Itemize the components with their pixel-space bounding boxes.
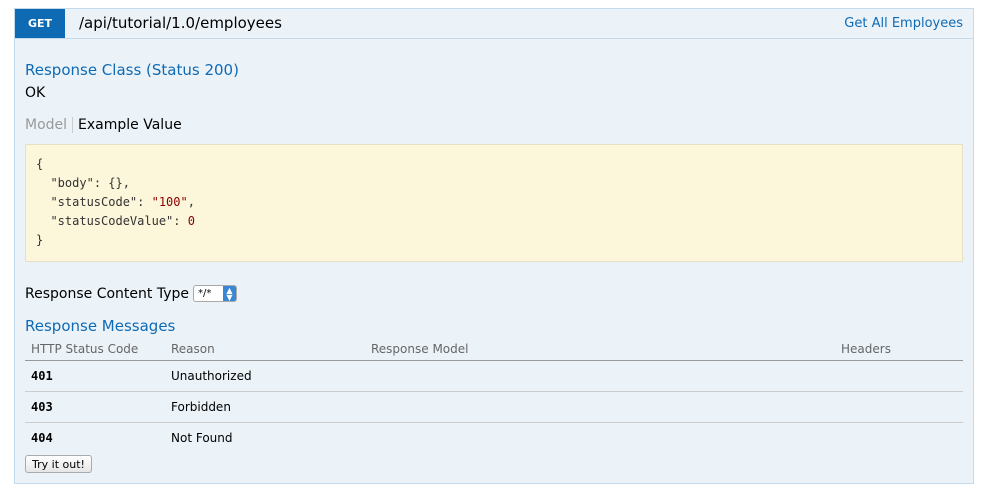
- reason-cell: Forbidden: [165, 391, 365, 423]
- json-open-brace: {: [36, 157, 44, 171]
- signature-tabs: Model Example Value: [25, 117, 182, 133]
- headers-cell: [835, 360, 963, 392]
- status-code-cell: 401: [25, 360, 165, 392]
- try-it-out-button[interactable]: Try it out!: [25, 455, 92, 473]
- status-code-cell: 404: [31, 431, 53, 446]
- column-header: Response Model: [365, 342, 835, 361]
- json-key: "body": [50, 176, 94, 190]
- response-model-cell: [365, 360, 835, 392]
- json-value: 0: [187, 214, 195, 228]
- response-model-cell: [365, 423, 835, 454]
- json-key: "statusCodeValue": [50, 214, 174, 228]
- reason-cell: Unauthorized: [165, 360, 365, 392]
- response-messages-table: HTTP Status Code Reason Response Model H…: [25, 342, 963, 454]
- table-row: 403 Forbidden: [25, 391, 963, 423]
- headers-cell: [835, 423, 963, 454]
- json-value: {}: [108, 176, 123, 190]
- tab-model[interactable]: Model: [25, 117, 74, 133]
- table-row: 401 Unauthorized: [25, 360, 963, 392]
- response-model-cell: [365, 391, 835, 423]
- column-header: HTTP Status Code: [25, 342, 165, 361]
- content-type-select[interactable]: */* ▲ ▼: [192, 285, 237, 302]
- column-header: Headers: [835, 342, 963, 361]
- json-comma: ,: [187, 195, 195, 209]
- column-header: Reason: [165, 342, 365, 361]
- operation-panel: GET /api/tutorial/1.0/employees Get All …: [14, 8, 974, 484]
- response-content-type: Response Content Type */* ▲ ▼: [25, 285, 237, 302]
- json-comma: ,: [122, 176, 130, 190]
- endpoint-path[interactable]: /api/tutorial/1.0/employees: [79, 14, 282, 32]
- status-code-cell: 403: [25, 391, 165, 423]
- json-value: "100": [151, 195, 188, 209]
- json-key: "statusCode": [50, 195, 138, 209]
- tab-example-value[interactable]: Example Value: [73, 117, 182, 133]
- response-class-heading: Response Class (Status 200): [25, 61, 239, 79]
- response-class-description: OK: [25, 85, 46, 101]
- reason-cell: Not Found: [171, 431, 233, 446]
- example-value-snippet: { "body": {}, "statusCode": "100", "stat…: [25, 144, 963, 262]
- operation-summary-link[interactable]: Get All Employees: [844, 16, 963, 31]
- json-close-brace: }: [36, 233, 44, 247]
- select-arrows-icon: ▲ ▼: [222, 286, 236, 302]
- http-method-badge[interactable]: GET: [15, 9, 65, 38]
- response-messages-heading: Response Messages: [25, 317, 176, 335]
- content-type-selected: */*: [197, 288, 212, 299]
- table-row: 404 Not Found: [25, 423, 963, 454]
- content-type-label: Response Content Type: [25, 285, 189, 302]
- operation-heading[interactable]: GET /api/tutorial/1.0/employees Get All …: [15, 9, 973, 39]
- headers-cell: [835, 391, 963, 423]
